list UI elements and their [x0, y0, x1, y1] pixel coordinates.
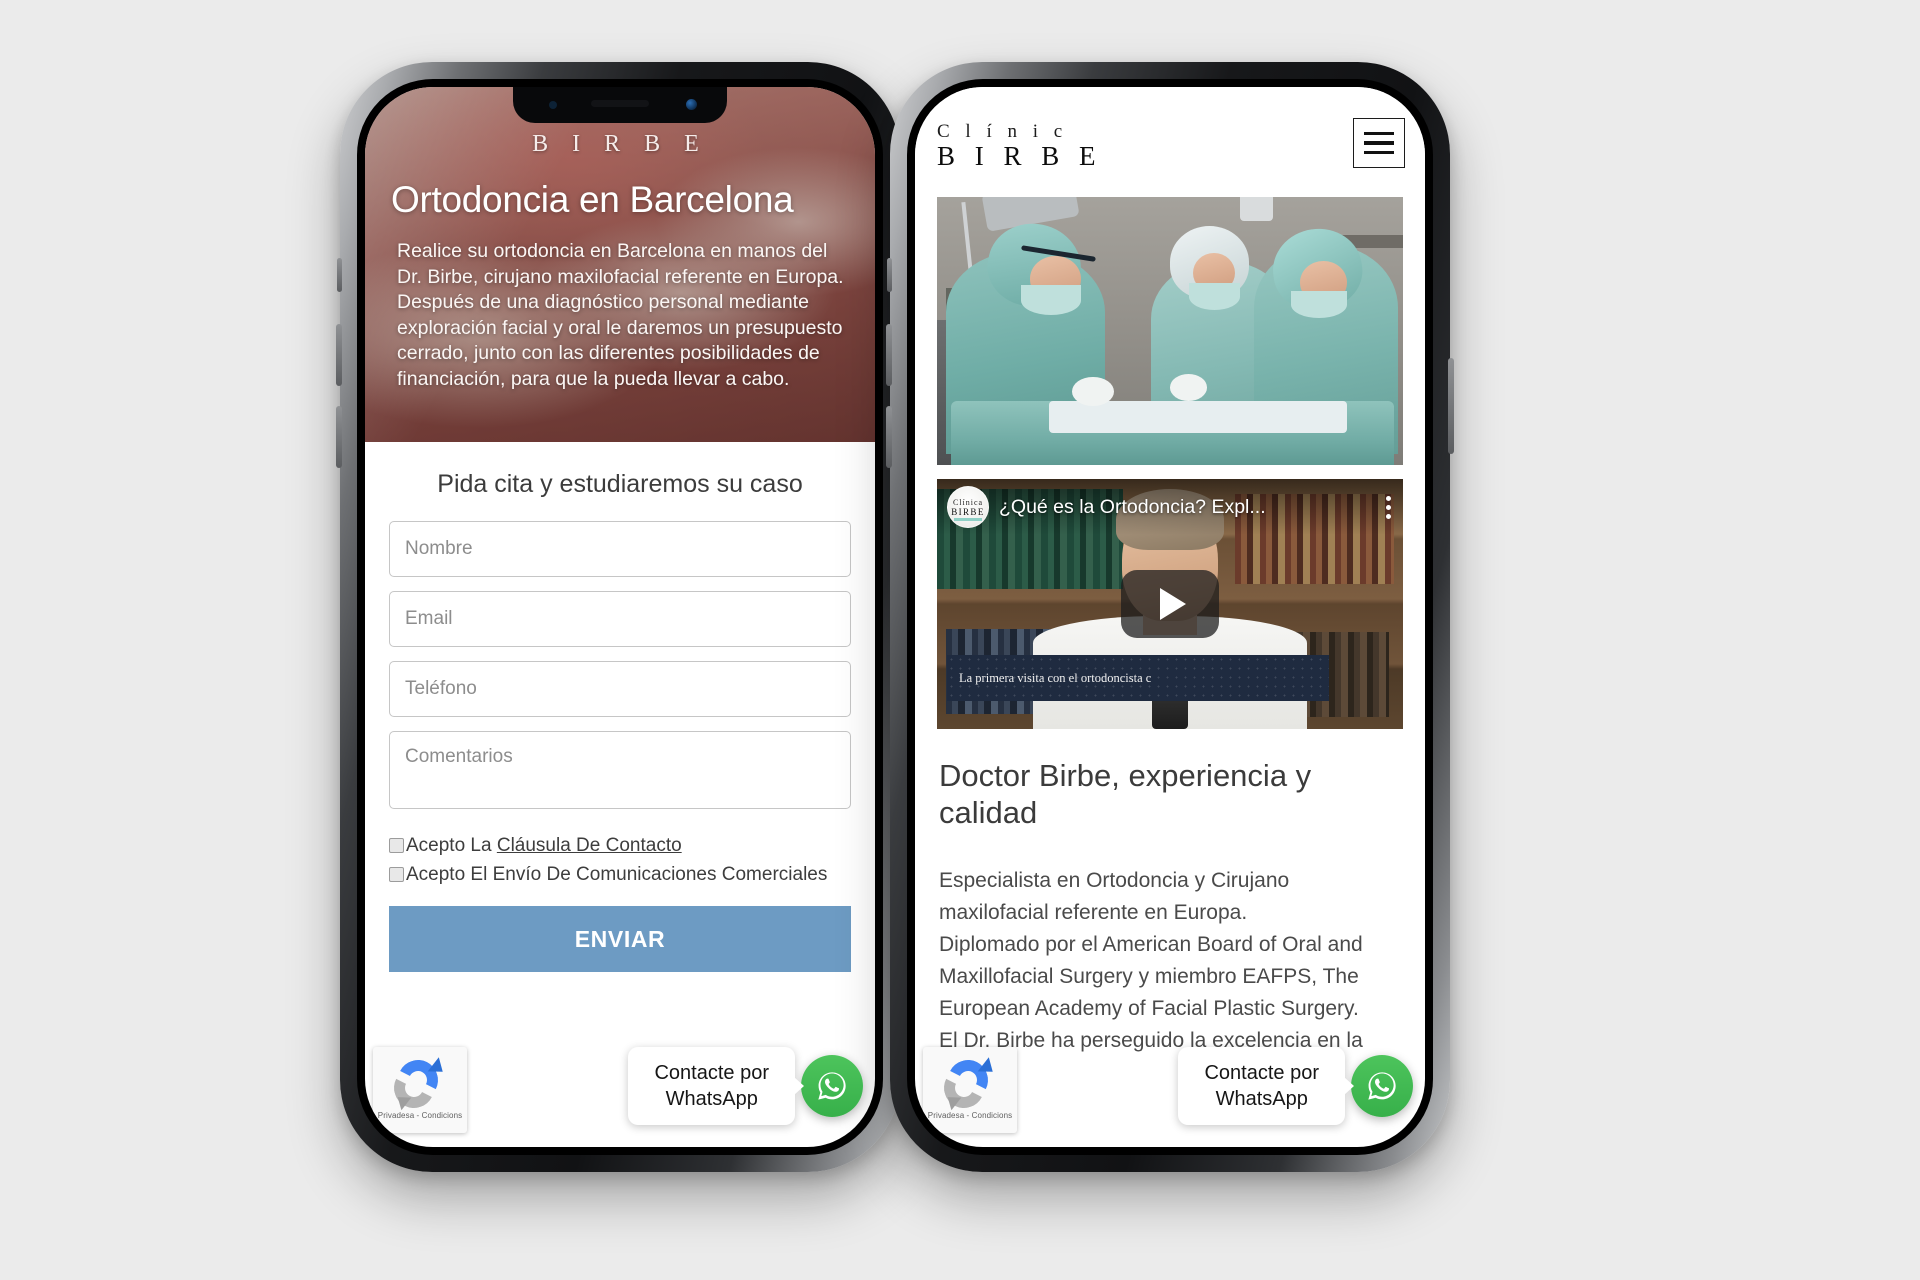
hero-section: B I R B E Ortodoncia en Barcelona Realic… [365, 87, 875, 442]
mute-switch-right[interactable] [887, 258, 892, 292]
play-button[interactable] [1121, 570, 1219, 638]
hero-paragraph: Realice su ortodoncia en Barcelona en ma… [397, 240, 844, 390]
phone-mockup-left: B I R B E Ortodoncia en Barcelona Realic… [336, 62, 904, 1172]
power-button-right[interactable] [1448, 358, 1454, 454]
surgery-photo [937, 197, 1403, 465]
recaptcha-icon [388, 1054, 449, 1114]
name-input[interactable] [389, 521, 851, 577]
recaptcha-icon-right [938, 1054, 999, 1114]
video-caption-bar: La primera visita con el ortodoncista c [947, 655, 1330, 701]
contact-clause-link[interactable]: Cláusula De Contacto [497, 835, 682, 856]
whatsapp-button-left[interactable] [801, 1055, 863, 1117]
checkbox-commercial-comms[interactable] [389, 867, 404, 882]
whatsapp-tooltip-line2: WhatsApp [665, 1088, 758, 1110]
logo-line-clinic: C l í n i c [937, 121, 1068, 142]
consent-label-commercial-comms: Acepto El Envío De Comunicaciones Comerc… [406, 864, 828, 885]
whatsapp-tooltip-right-line1: Contacte por [1204, 1062, 1319, 1084]
phone-input[interactable] [389, 661, 851, 717]
whatsapp-button-right[interactable] [1351, 1055, 1413, 1117]
whatsapp-icon [818, 1072, 846, 1100]
consent-checkbox-group: Acepto La Cláusula De Contacto Acepto El… [389, 828, 851, 888]
phone-bezel-left: B I R B E Ortodoncia en Barcelona Realic… [357, 79, 883, 1155]
whatsapp-tooltip-right[interactable]: Contacte por WhatsApp [1178, 1047, 1345, 1125]
front-camera-icon [686, 99, 697, 110]
recaptcha-legal-text-right[interactable]: Privadesa - Condicions [928, 1111, 1012, 1120]
mute-switch[interactable] [337, 258, 342, 292]
whatsapp-icon-right [1368, 1072, 1396, 1100]
screen-right: C l í n i c B I R B E Clínica BIRBE ¿Qué… [915, 87, 1425, 1147]
whatsapp-tooltip-left[interactable]: Contacte por WhatsApp [628, 1047, 795, 1125]
recaptcha-legal-text[interactable]: Privadesa - Condicions [378, 1111, 462, 1120]
site-header: C l í n i c B I R B E [915, 87, 1425, 183]
phone-mockup-right: C l í n i c B I R B E Clínica BIRBE ¿Qué… [886, 62, 1454, 1172]
volume-up-button[interactable] [336, 324, 342, 386]
screen-left: B I R B E Ortodoncia en Barcelona Realic… [365, 87, 875, 1147]
article-heading: Doctor Birbe, experiencia y calidad [939, 758, 1312, 830]
notch-left [513, 87, 727, 123]
whatsapp-widget-right[interactable]: Contacte por WhatsApp [1178, 1047, 1413, 1125]
earpiece-speaker [591, 100, 649, 107]
form-title: Pida cita y estudiaremos su caso [437, 470, 803, 498]
paragraph-line-5: European Academy of Facial Plastic Surge… [939, 997, 1359, 1020]
consent-row-commercial[interactable]: Acepto El Envío De Comunicaciones Comerc… [389, 861, 851, 888]
site-logo[interactable]: C l í n i c B I R B E [937, 100, 1102, 170]
consent-prefix-contact-clause: Acepto La [406, 835, 497, 856]
comments-textarea[interactable] [389, 731, 851, 809]
hamburger-menu-icon[interactable] [1353, 118, 1405, 168]
proximity-sensor-icon [549, 101, 557, 109]
avatar-line2: BIRBE [951, 506, 985, 517]
whatsapp-tooltip-right-line2: WhatsApp [1215, 1088, 1308, 1110]
volume-down-button-right[interactable] [886, 406, 892, 468]
channel-avatar[interactable]: Clínica BIRBE [947, 486, 989, 528]
youtube-video-embed[interactable]: Clínica BIRBE ¿Qué es la Ortodoncia? Exp… [937, 479, 1403, 729]
kebab-menu-icon[interactable] [1386, 495, 1391, 519]
volume-down-button[interactable] [336, 406, 342, 468]
paragraph-line-2: maxilofacial referente en Europa. [939, 901, 1248, 924]
volume-up-button-right[interactable] [886, 324, 892, 386]
paragraph-line-1: Especialista en Ortodoncia y Cirujano [939, 869, 1290, 892]
whatsapp-tooltip-line1: Contacte por [654, 1062, 769, 1084]
play-icon [1159, 588, 1186, 620]
submit-button[interactable]: ENVIAR [389, 906, 851, 972]
article-paragraph: Especialista en Ortodoncia y Cirujano ma… [939, 865, 1401, 1057]
whatsapp-widget-left[interactable]: Contacte por WhatsApp [628, 1047, 863, 1125]
paragraph-line-3: Diplomado por el American Board of Oral … [939, 933, 1363, 956]
hero-title: Ortodoncia en Barcelona [391, 179, 794, 220]
consent-row-contact-clause[interactable]: Acepto La Cláusula De Contacto [389, 832, 851, 859]
contact-form-section: Pida cita y estudiaremos su caso Acepto … [365, 442, 875, 972]
recaptcha-badge-right[interactable]: Privadesa - Condicions [923, 1047, 1017, 1133]
phone-bezel-right: C l í n i c B I R B E Clínica BIRBE ¿Qué… [907, 79, 1433, 1155]
hero-brand-logo: B I R B E [532, 131, 708, 157]
screenshot-stage: B I R B E Ortodoncia en Barcelona Realic… [0, 0, 1920, 1280]
page-content: Clínica BIRBE ¿Qué es la Ortodoncia? Exp… [915, 197, 1425, 1057]
video-caption-text: La primera visita con el ortodoncista c [959, 670, 1152, 685]
recaptcha-badge-left[interactable]: Privadesa - Condicions [373, 1047, 467, 1133]
video-title-bar: Clínica BIRBE ¿Qué es la Ortodoncia? Exp… [937, 479, 1403, 535]
checkbox-contact-clause[interactable] [389, 838, 404, 853]
paragraph-line-4: Maxillofacial Surgery y miembro EAFPS, T… [939, 965, 1359, 988]
consent-label-contact-clause: Acepto La Cláusula De Contacto [406, 832, 682, 859]
avatar-line1: Clínica [952, 497, 984, 507]
logo-line-birbe: B I R B E [937, 141, 1103, 171]
video-title[interactable]: ¿Qué es la Ortodoncia? Expl... [999, 496, 1376, 519]
email-input[interactable] [389, 591, 851, 647]
